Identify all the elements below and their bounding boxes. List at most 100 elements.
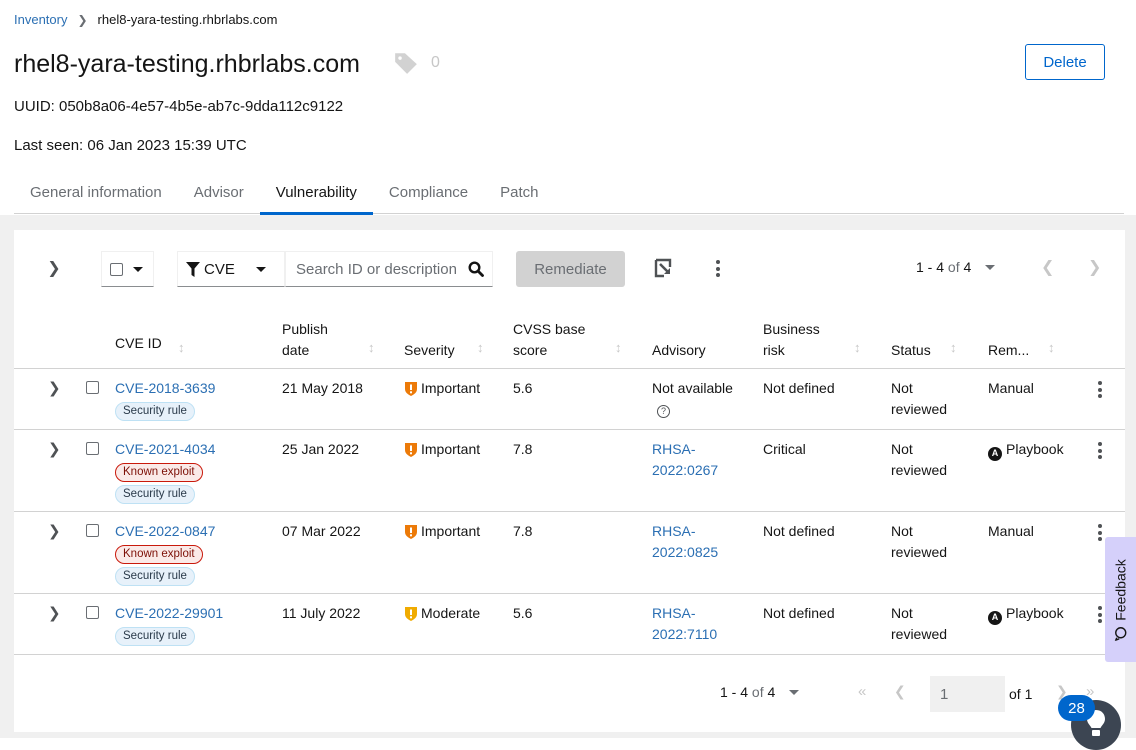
- filter-type-dropdown[interactable]: CVE: [177, 251, 285, 287]
- row-expand-toggle[interactable]: ❯: [48, 604, 61, 622]
- remediation-cell: Manual: [988, 378, 1034, 399]
- column-header-status[interactable]: Status: [891, 340, 931, 361]
- column-header-publish-date[interactable]: Publish date: [282, 319, 328, 361]
- last-seen-text: Last seen: 06 Jan 2023 15:39 UTC: [14, 137, 247, 154]
- search-icon[interactable]: [468, 261, 484, 277]
- page-title: rhel8-yara-testing.rhbrlabs.com: [14, 50, 360, 78]
- row-actions-kebab[interactable]: [1098, 442, 1102, 459]
- breadcrumb-inventory-link[interactable]: Inventory: [14, 12, 67, 27]
- prev-page-button[interactable]: ❮: [894, 683, 906, 700]
- sort-icon[interactable]: ↕: [477, 340, 484, 355]
- toolbar-kebab-menu[interactable]: [716, 260, 720, 277]
- tab-compliance[interactable]: Compliance: [373, 174, 484, 214]
- ansible-icon: A: [988, 446, 1002, 461]
- expand-all-toggle[interactable]: ❯: [44, 258, 64, 278]
- export-icon: [654, 258, 672, 278]
- prev-page-button[interactable]: ❮: [1041, 257, 1054, 277]
- pagination-range: 1 - 4: [916, 259, 945, 275]
- sort-icon[interactable]: ↕: [178, 340, 185, 355]
- row-actions-kebab[interactable]: [1098, 381, 1102, 398]
- search-field: [285, 251, 493, 287]
- cvss-score: 7.8: [513, 523, 533, 539]
- help-circle-icon[interactable]: ?: [657, 405, 670, 418]
- advisory-link[interactable]: RHSA- 2022:7110: [652, 605, 717, 642]
- remediation-cell: A Playbook: [988, 603, 1064, 625]
- column-header-business-risk[interactable]: Business risk: [763, 319, 820, 361]
- notification-badge: 28: [1058, 695, 1095, 721]
- column-header-remediation[interactable]: Rem...: [988, 340, 1029, 361]
- severity-cell: Important: [405, 439, 480, 460]
- row-expand-toggle[interactable]: ❯: [48, 440, 61, 458]
- advisory-link[interactable]: RHSA- 2022:0267: [652, 441, 718, 478]
- cve-link[interactable]: CVE-2018-3639: [115, 380, 215, 396]
- tab-advisor[interactable]: Advisor: [178, 174, 260, 214]
- column-label: date: [282, 342, 310, 358]
- row-checkbox[interactable]: [86, 381, 99, 394]
- row-checkbox[interactable]: [86, 606, 99, 619]
- pagination-toggle-bottom[interactable]: 1 - 4 of 4: [720, 684, 800, 700]
- bulk-select-dropdown[interactable]: [101, 251, 154, 287]
- first-page-button[interactable]: «: [858, 683, 866, 700]
- next-page-button[interactable]: ❯: [1088, 257, 1101, 277]
- current-page-input[interactable]: [930, 676, 1005, 712]
- sort-icon[interactable]: ↕: [854, 340, 861, 355]
- column-header-cve-id[interactable]: CVE ID: [115, 333, 162, 354]
- sort-icon[interactable]: ↕: [950, 340, 957, 355]
- remediation-cell: A Playbook: [988, 439, 1064, 461]
- row-actions-kebab[interactable]: [1098, 606, 1102, 623]
- tags-button[interactable]: 0: [393, 50, 440, 76]
- row-actions-kebab[interactable]: [1098, 524, 1102, 541]
- feedback-button[interactable]: Feedback: [1105, 537, 1136, 662]
- column-label: CVSS base: [513, 321, 586, 337]
- tab-patch[interactable]: Patch: [484, 174, 554, 214]
- advisory-text: RHSA-: [652, 523, 696, 539]
- advisory-cell: Not available?: [652, 378, 733, 420]
- column-header-severity[interactable]: Severity: [404, 340, 455, 361]
- search-input[interactable]: [294, 259, 468, 279]
- tag-count: 0: [431, 54, 440, 71]
- cve-link[interactable]: CVE-2021-4034: [115, 441, 215, 457]
- chevron-right-icon: ❯: [77, 12, 88, 27]
- advisory-link[interactable]: RHSA- 2022:0825: [652, 523, 718, 560]
- severity-text: Important: [421, 523, 481, 539]
- chevron-right-icon: ❯: [47, 260, 61, 277]
- column-label: Advisory: [652, 342, 706, 358]
- known-exploit-label: Known exploit: [115, 545, 203, 564]
- tag-icon: [395, 53, 417, 74]
- tab-bar: General information Advisor Vulnerabilit…: [14, 174, 1124, 215]
- sort-icon[interactable]: ↕: [1048, 340, 1055, 355]
- status-text: Not: [891, 605, 913, 621]
- delete-button[interactable]: Delete: [1025, 44, 1105, 80]
- status-text: Not: [891, 380, 913, 396]
- feedback-label: Feedback: [1112, 558, 1129, 621]
- filter-type-label: CVE: [204, 260, 235, 278]
- remediation-text: Playbook: [1006, 441, 1064, 457]
- export-button[interactable]: [654, 258, 676, 280]
- advisory-cell: RHSA- 2022:0825: [652, 521, 718, 563]
- ansible-icon: A: [988, 610, 1002, 625]
- cve-link[interactable]: CVE-2022-0847: [115, 523, 215, 539]
- sort-icon[interactable]: ↕: [368, 340, 375, 355]
- tab-vulnerability[interactable]: Vulnerability: [259, 174, 374, 215]
- row-checkbox[interactable]: [86, 524, 99, 537]
- pagination-toggle-top[interactable]: 1 - 4 of 4: [916, 259, 996, 275]
- severity-cell: Moderate: [405, 603, 480, 624]
- tab-general-information[interactable]: General information: [14, 174, 178, 214]
- row-expand-toggle[interactable]: ❯: [48, 379, 61, 397]
- bulk-select-checkbox[interactable]: [110, 262, 123, 276]
- row-checkbox[interactable]: [86, 442, 99, 455]
- security-rule-label: Security rule: [115, 627, 195, 646]
- advisory-text: Not available: [652, 380, 733, 396]
- status-text: Not: [891, 523, 913, 539]
- column-header-cvss[interactable]: CVSS base score: [513, 319, 585, 361]
- column-header-advisory[interactable]: Advisory: [652, 340, 706, 361]
- column-label: Severity: [404, 342, 455, 358]
- remediate-button[interactable]: Remediate: [516, 251, 625, 287]
- cve-link[interactable]: CVE-2022-29901: [115, 605, 223, 621]
- status-cell: Not reviewed: [891, 378, 947, 420]
- sort-icon[interactable]: ↕: [615, 340, 622, 355]
- column-label: CVE ID: [115, 335, 162, 351]
- caret-down-icon: [256, 266, 266, 272]
- business-risk: Not defined: [763, 523, 835, 539]
- row-expand-toggle[interactable]: ❯: [48, 522, 61, 540]
